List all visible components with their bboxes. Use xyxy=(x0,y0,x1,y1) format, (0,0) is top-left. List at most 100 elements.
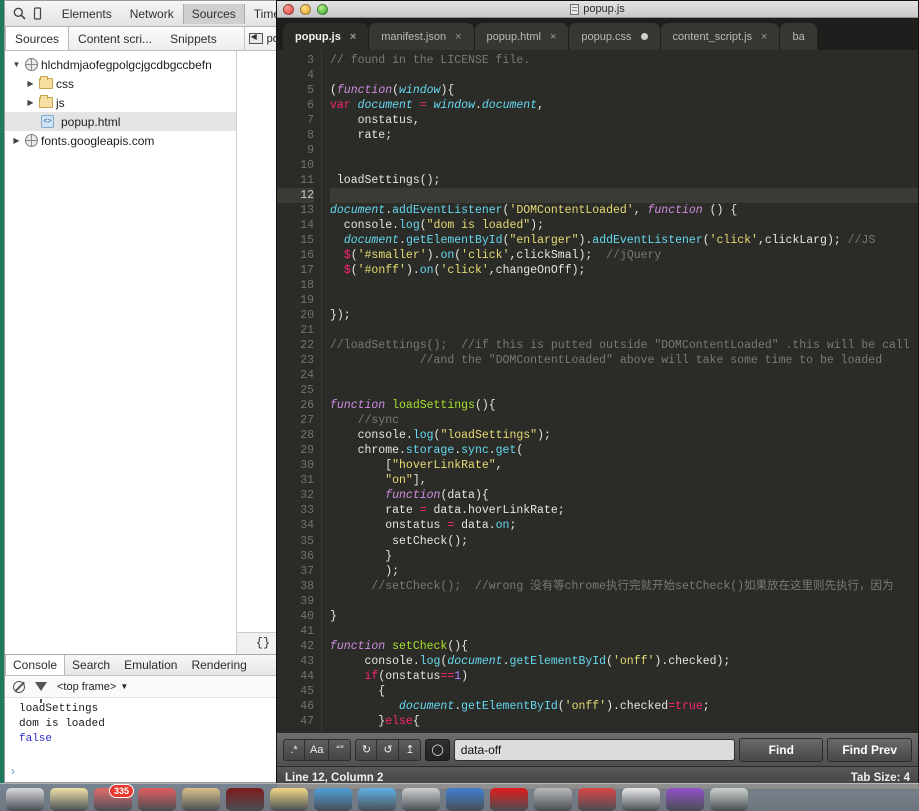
tree-item-extension-root[interactable]: ▼ hlchdmjaofegpolgcjgcdbgccbefn xyxy=(5,55,236,74)
find-button[interactable]: Find xyxy=(739,737,824,762)
console-output: loadSettings dom is loaded false xyxy=(5,698,289,764)
tree-item-fonts-googleapis[interactable]: ▶ fonts.googleapis.com xyxy=(5,131,236,150)
dock-item-calculator[interactable] xyxy=(402,788,440,811)
editor-tab-popup-js[interactable]: popup.js × xyxy=(283,23,369,50)
editor-code-line: $('#smaller').on('click',clickSmal); //j… xyxy=(343,249,662,263)
editor-tab-content-script-js[interactable]: content_script.js × xyxy=(660,23,780,50)
dock-item-notes[interactable] xyxy=(50,788,88,811)
preserve-case-toggle[interactable]: ↥ xyxy=(399,738,422,761)
tree-item-js[interactable]: ▶ js xyxy=(5,93,236,112)
code-editor-area[interactable]: 3 4 5 6 7 8 9 10 11 12 13 14 15 16 17 18 19 20 21 22 23 24 25 2… xyxy=(277,50,918,732)
twisty-icon[interactable]: ▶ xyxy=(11,136,22,145)
whole-word-toggle[interactable]: “” xyxy=(329,738,352,761)
regex-toggle[interactable]: .* xyxy=(283,738,305,761)
dock-item-itunes[interactable] xyxy=(666,788,704,811)
unsaved-dot-icon[interactable] xyxy=(640,33,648,40)
dock-item-folder-tan[interactable] xyxy=(182,788,220,811)
editor-line-number: 5 xyxy=(307,84,314,98)
filter-icon[interactable] xyxy=(35,682,47,703)
dock-item-folder-red[interactable] xyxy=(138,788,176,811)
dock-item-terminal[interactable] xyxy=(226,788,264,811)
editor-code-line: function setCheck(){ xyxy=(330,639,469,653)
editor-code-line: if(onstatus==1) xyxy=(364,669,469,683)
dock-item-misc[interactable] xyxy=(710,788,748,811)
editor-code-line: setCheck(); xyxy=(330,534,469,548)
device-mode-icon[interactable] xyxy=(29,2,47,26)
editor-code-line: console.log("dom is loaded"); xyxy=(330,219,544,233)
drawer-tab-search[interactable]: Search xyxy=(65,655,117,675)
dock-item-finder[interactable] xyxy=(6,788,44,811)
clear-console-icon[interactable] xyxy=(13,680,25,693)
editor-code-line: ["hoverLinkRate", xyxy=(330,459,503,473)
tree-item-popup-html[interactable]: <> popup.html xyxy=(5,112,236,131)
globe-icon xyxy=(25,58,38,71)
minimize-button[interactable] xyxy=(300,3,311,15)
editor-code-text[interactable]: // found in the LICENSE file. (function(… xyxy=(321,50,918,732)
drawer-tab-emulation[interactable]: Emulation xyxy=(117,655,184,675)
panel-tab-network[interactable]: Network xyxy=(121,4,183,24)
panel-tab-elements[interactable]: Elements xyxy=(53,4,121,24)
subtab-sources[interactable]: Sources xyxy=(5,27,70,50)
zoom-button[interactable] xyxy=(317,3,328,15)
editor-tab-manifest-json[interactable]: manifest.json × xyxy=(369,23,474,50)
twisty-icon[interactable]: ▼ xyxy=(11,60,22,69)
reverse-toggle[interactable]: ↺ xyxy=(377,738,400,761)
find-input[interactable] xyxy=(453,738,736,761)
dock-item-calendar[interactable]: 335 xyxy=(94,784,134,811)
toggle-sidebar-icon[interactable] xyxy=(248,31,263,44)
editor-line-number: 24 xyxy=(300,369,314,383)
editor-tab-popup-html[interactable]: popup.html × xyxy=(474,23,569,50)
tree-item-css[interactable]: ▶ css xyxy=(5,74,236,93)
in-selection-toggle[interactable]: ◯ xyxy=(425,738,450,761)
editor-line-number: 42 xyxy=(300,639,314,653)
close-icon[interactable]: × xyxy=(455,31,461,43)
editor-window-title-wrap: popup.js xyxy=(277,3,918,15)
sources-body: ▼ hlchdmjaofegpolgcjgcdbgccbefn ▶ css ▶ … xyxy=(5,51,289,654)
subtab-snippets[interactable]: Snippets xyxy=(161,27,226,50)
console-prompt[interactable]: › xyxy=(5,764,289,782)
editor-code-line: //loadSettings(); //if this is putted ou… xyxy=(330,339,910,353)
editor-line-number: 20 xyxy=(300,309,314,323)
close-icon[interactable]: × xyxy=(550,31,556,43)
dock-item-notebook[interactable] xyxy=(578,788,616,811)
editor-line-number: 14 xyxy=(300,219,314,233)
dock-item-player[interactable] xyxy=(622,788,660,811)
subtab-content-scripts[interactable]: Content scri... xyxy=(69,27,161,50)
dock-item-browser[interactable] xyxy=(358,788,396,811)
dock-item-stickies[interactable] xyxy=(270,788,308,811)
find-prev-button[interactable]: Find Prev xyxy=(827,737,912,762)
dock-badge: 335 xyxy=(108,784,134,798)
twisty-icon[interactable]: ▶ xyxy=(25,79,36,88)
editor-tab-popup-css[interactable]: popup.css xyxy=(569,23,660,50)
editor-code-line xyxy=(330,293,918,308)
wrap-toggle[interactable]: ↻ xyxy=(355,738,378,761)
dock-item-safari[interactable] xyxy=(314,788,352,811)
editor-code-line: onstatus = data.on; xyxy=(330,519,517,533)
search-icon[interactable] xyxy=(11,2,29,26)
editor-code-line: function loadSettings(){ xyxy=(330,399,496,413)
drawer-tab-console[interactable]: Console xyxy=(5,655,66,675)
editor-line-number: 3 xyxy=(307,54,314,67)
editor-line-number: 38 xyxy=(300,579,314,593)
dock-item-editor[interactable] xyxy=(446,788,484,811)
close-button[interactable] xyxy=(283,3,294,15)
close-icon[interactable]: × xyxy=(761,31,767,43)
drawer-tab-rendering[interactable]: Rendering xyxy=(184,655,253,675)
frame-selector[interactable]: <top frame> ▼ xyxy=(57,681,128,693)
editor-tab-label: ba xyxy=(792,30,805,43)
tree-item-label: fonts.googleapis.com xyxy=(41,133,155,148)
editor-line-number: 47 xyxy=(300,714,314,728)
panel-tab-sources[interactable]: Sources xyxy=(182,3,245,24)
twisty-icon[interactable]: ▶ xyxy=(25,98,36,107)
find-option-group-2: ↻ ↺ ↥ xyxy=(355,738,422,761)
editor-code-line: function(data){ xyxy=(385,489,489,503)
dock-item-opera[interactable] xyxy=(490,788,528,811)
editor-tab-background-js[interactable]: ba xyxy=(780,23,817,50)
close-icon[interactable]: × xyxy=(350,31,356,43)
dock-item-prefs[interactable] xyxy=(534,788,572,811)
case-sensitive-toggle[interactable]: Aa xyxy=(305,738,330,761)
console-message: false xyxy=(19,733,53,745)
editor-code-line: document.getElementById("enlarger").addE… xyxy=(343,234,876,248)
editor-code-line xyxy=(330,188,918,204)
window-controls xyxy=(277,3,328,15)
